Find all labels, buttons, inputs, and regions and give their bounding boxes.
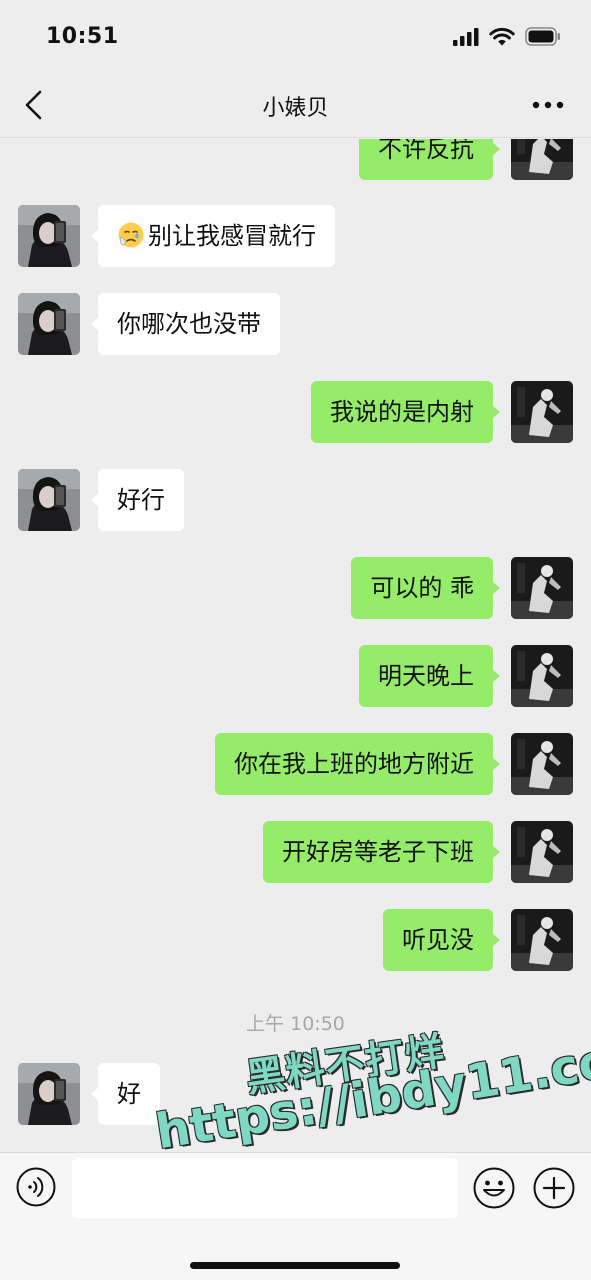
- message-input[interactable]: [72, 1158, 458, 1218]
- message-row-received: 你哪次也没带: [0, 293, 591, 355]
- nav-bar: 小婊贝: [0, 72, 591, 138]
- message-bubble[interactable]: 可以的 乖: [351, 557, 500, 619]
- emoji-icon[interactable]: [473, 1167, 515, 1209]
- message-row-received: 好行: [0, 469, 591, 531]
- my-avatar[interactable]: [511, 821, 573, 883]
- crying-face-emoji: [118, 222, 144, 248]
- wifi-icon: [489, 27, 515, 46]
- message-bubble[interactable]: 开好房等老子下班: [263, 821, 500, 883]
- message-bubble[interactable]: 你在我上班的地方附近: [215, 733, 500, 795]
- contact-avatar[interactable]: [18, 1063, 80, 1125]
- time-separator: 上午 10:50: [246, 1013, 345, 1035]
- my-avatar[interactable]: [511, 645, 573, 707]
- my-avatar[interactable]: [511, 557, 573, 619]
- message-bubble[interactable]: 别让我感冒就行: [91, 205, 335, 267]
- message-bubble[interactable]: 明天晚上: [359, 645, 500, 707]
- my-avatar[interactable]: [511, 139, 573, 180]
- message-row-sent: 你在我上班的地方附近: [0, 733, 591, 795]
- input-bar: [0, 1152, 591, 1280]
- my-avatar[interactable]: [511, 733, 573, 795]
- message-bubble[interactable]: 我说的是内射: [311, 381, 500, 443]
- signal-icon: [453, 27, 479, 46]
- message-bubble[interactable]: 不许反抗: [359, 139, 500, 180]
- message-row-sent: 可以的 乖: [0, 557, 591, 619]
- message-row-sent: 不许反抗: [0, 139, 591, 180]
- message-bubble[interactable]: 听见没: [383, 909, 500, 971]
- more-dots-icon[interactable]: [531, 98, 565, 112]
- chat-title: 小婊贝: [262, 96, 329, 121]
- home-indicator: [190, 1262, 400, 1269]
- message-row-received: 好: [0, 1063, 591, 1125]
- contact-avatar[interactable]: [18, 293, 80, 355]
- status-time: 10:51: [46, 24, 119, 49]
- message-bubble[interactable]: 你哪次也没带: [91, 293, 280, 355]
- message-row-sent: 开好房等老子下班: [0, 821, 591, 883]
- my-avatar[interactable]: [511, 909, 573, 971]
- status-icons: [453, 27, 561, 46]
- message-bubble[interactable]: 好行: [91, 469, 184, 531]
- plus-icon[interactable]: [533, 1167, 575, 1209]
- battery-icon: [525, 27, 560, 46]
- chat-messages: 不许反抗 别让我感冒就行 你哪次也没带 我说的是内射 好行 可以的 乖 明天晚上…: [0, 139, 591, 1152]
- contact-avatar[interactable]: [18, 205, 80, 267]
- message-text: 别让我感冒就行: [148, 222, 316, 250]
- status-bar: 10:51: [0, 0, 591, 72]
- message-row-sent: 听见没: [0, 909, 591, 971]
- message-bubble[interactable]: 好: [91, 1063, 160, 1125]
- voice-icon[interactable]: [16, 1167, 56, 1207]
- message-row-received: 别让我感冒就行: [0, 205, 591, 267]
- my-avatar[interactable]: [511, 381, 573, 443]
- message-row-sent: 明天晚上: [0, 645, 591, 707]
- message-row-sent: 我说的是内射: [0, 381, 591, 443]
- contact-avatar[interactable]: [18, 469, 80, 531]
